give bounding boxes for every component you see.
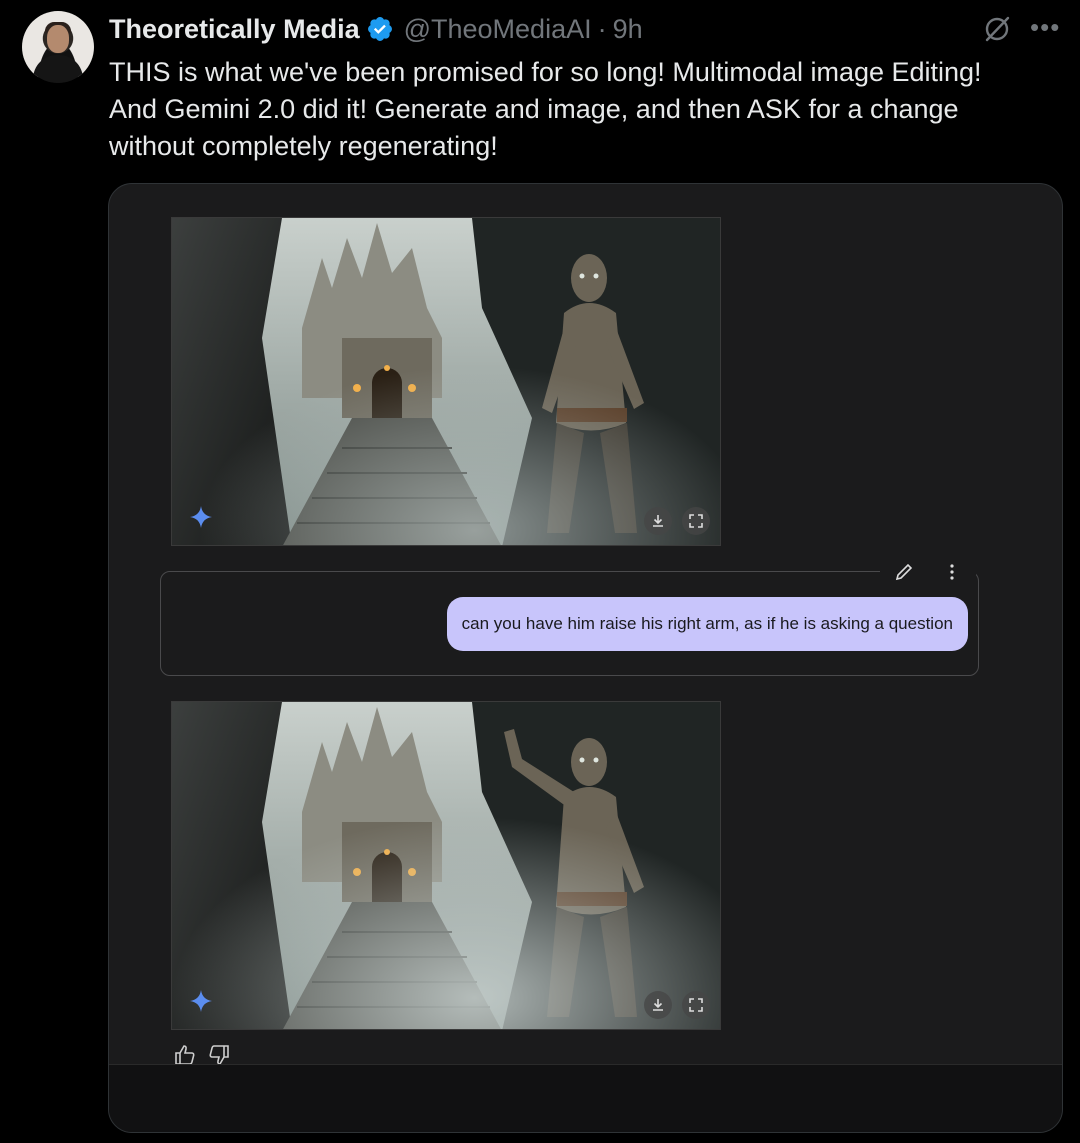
pencil-edit-icon[interactable]	[893, 561, 915, 583]
verified-badge-icon	[367, 17, 392, 41]
generated-image-original[interactable]	[171, 217, 721, 546]
author-avatar[interactable]	[22, 11, 94, 83]
download-icon	[653, 999, 663, 1011]
generated-image-edited[interactable]	[171, 701, 721, 1030]
grok-icon[interactable]	[982, 14, 1012, 44]
download-icon	[653, 515, 663, 527]
gemini-sparkle-icon	[190, 990, 212, 1012]
avatar-shirt	[33, 55, 83, 83]
vertical-dots-icon[interactable]	[941, 561, 963, 583]
avatar-face	[47, 25, 69, 53]
download-button[interactable]	[644, 991, 672, 1019]
mummy-castle-illustration	[172, 218, 720, 545]
fullscreen-icon	[689, 998, 703, 1012]
tweet-text: THIS is what we've been promised for so …	[109, 57, 982, 161]
tweet-header: Theoretically Media @TheoMediaAI · 9h	[109, 12, 643, 46]
mummy-raised-arm-illustration	[172, 702, 720, 1029]
fullscreen-button[interactable]	[682, 507, 710, 535]
fullscreen-button[interactable]	[682, 991, 710, 1019]
user-prompt-container: can you have him raise his right arm, as…	[160, 559, 979, 676]
gemini-sparkle-icon	[190, 506, 212, 528]
fullscreen-icon	[689, 514, 703, 528]
tweet-timestamp[interactable]: 9h	[613, 14, 643, 45]
author-handle[interactable]: @TheoMediaAI	[404, 14, 592, 45]
chat-composer-bar	[109, 1064, 1062, 1132]
more-options-icon[interactable]: •••	[1030, 14, 1060, 40]
download-button[interactable]	[644, 507, 672, 535]
user-message-bubble: can you have him raise his right arm, as…	[446, 597, 968, 651]
meta-separator: ·	[597, 13, 607, 44]
tweet-media-screenshot[interactable]: can you have him raise his right arm, as…	[108, 183, 1063, 1133]
prompt-toolbar	[880, 559, 976, 585]
author-display-name[interactable]: Theoretically Media	[109, 14, 360, 45]
